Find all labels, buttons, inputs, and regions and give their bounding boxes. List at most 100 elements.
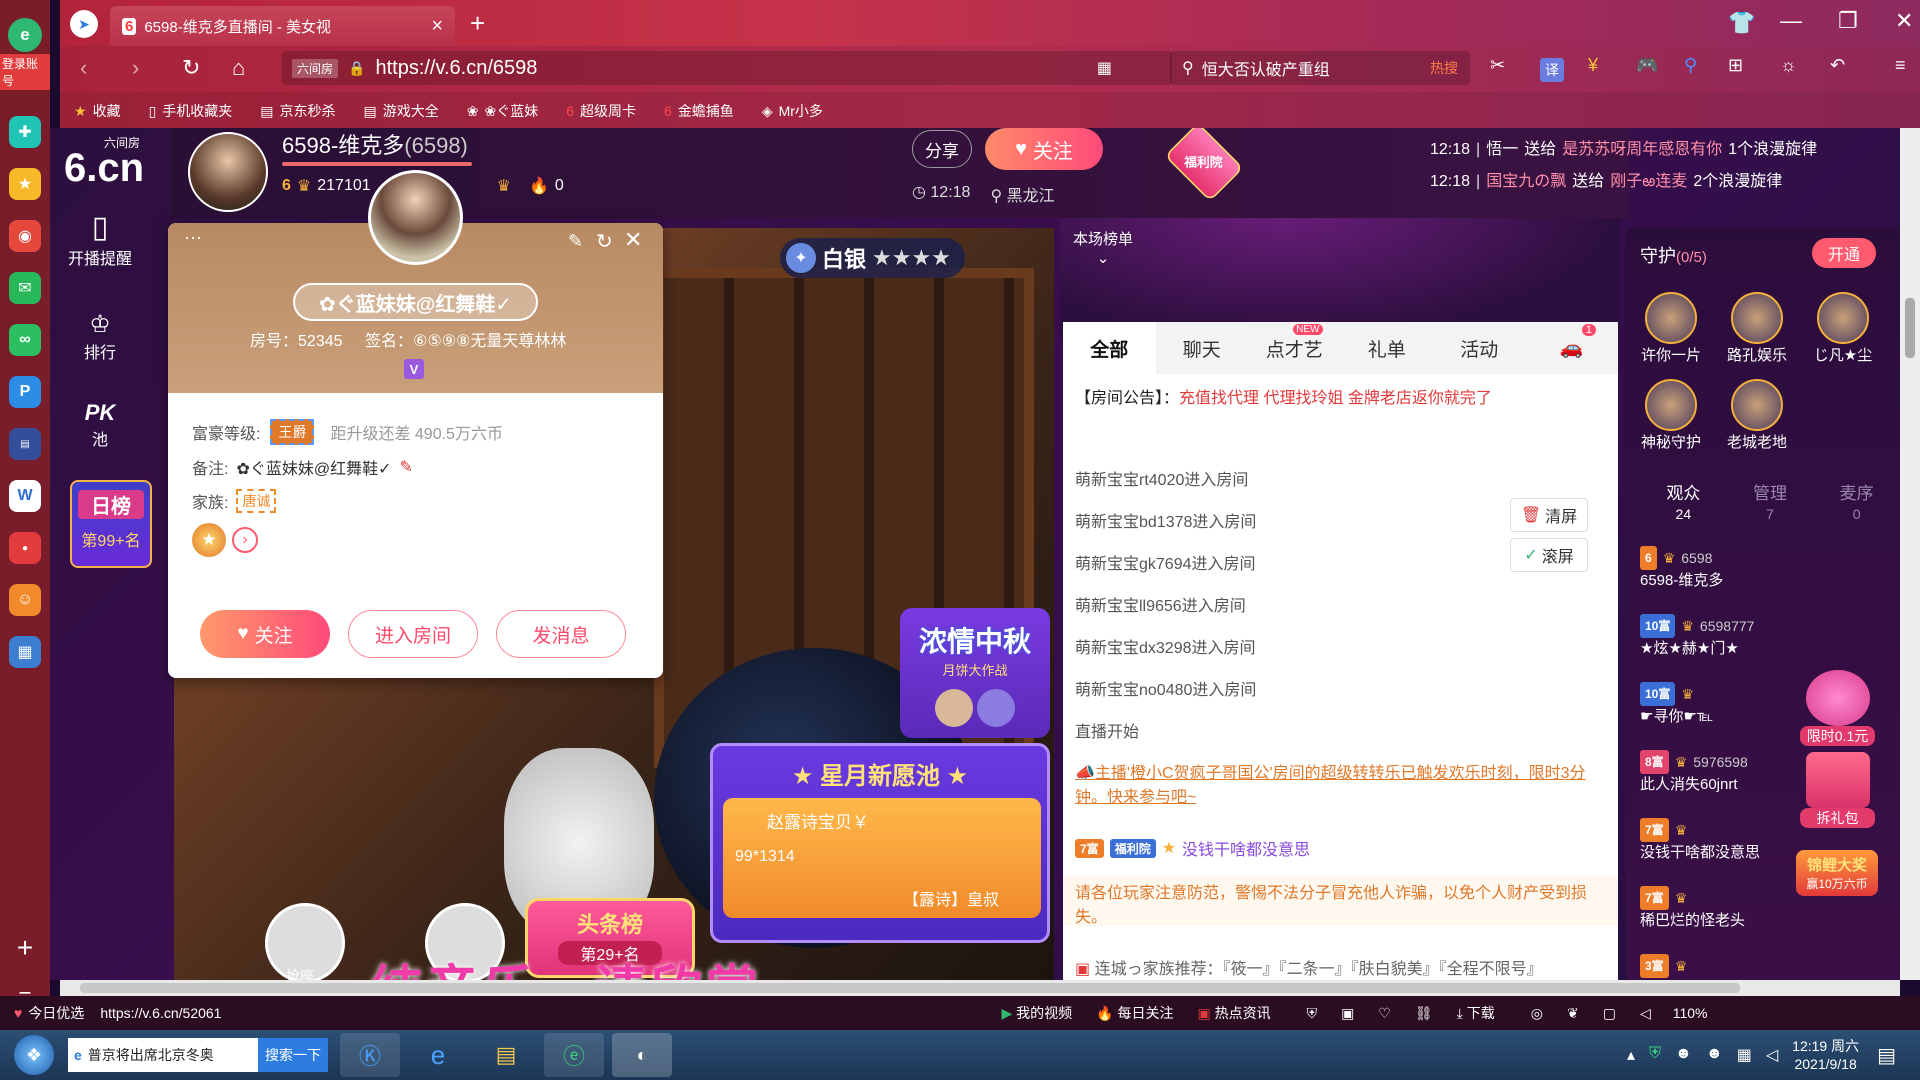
p-app-icon[interactable]: P [9, 376, 41, 408]
nav-live-reminder[interactable]: ▯ 开播提醒 [50, 210, 150, 269]
audience-item[interactable]: 10富 ♛ 6598777 ★炫★赫★门★ [1640, 614, 1840, 660]
tab-chat[interactable]: 聊天 [1156, 322, 1249, 374]
tab-all[interactable]: 全部 [1063, 322, 1156, 374]
speaker-icon[interactable]: ◁ [1640, 1005, 1651, 1022]
download-item[interactable]: ⤓ 下载 [1457, 1003, 1495, 1023]
anchor-avatar[interactable] [188, 132, 268, 212]
window-icon[interactable]: ▢ [1603, 1005, 1616, 1022]
news-app-icon[interactable]: ▤ [9, 428, 41, 460]
audience-tab[interactable]: 观众 24 [1640, 484, 1727, 524]
status-left-label[interactable]: 今日优选 [28, 1003, 84, 1023]
audience-item[interactable]: 6 ♛ 6598 6598-维克多 [1640, 546, 1840, 592]
mail-icon[interactable]: ✉ [9, 272, 41, 304]
tray-qq-icon-2[interactable]: ☻ [1706, 1045, 1723, 1065]
tray-network-icon[interactable]: ▦ [1737, 1045, 1752, 1065]
search-box[interactable]: ⚲ 恒大否认破产重组 热搜 [1170, 51, 1470, 85]
seat-label[interactable]: 抢座 [286, 966, 314, 980]
forward-icon[interactable]: › [132, 55, 139, 81]
taskbar-search[interactable]: e 普京将出席北京冬奥 [68, 1038, 258, 1072]
browser-logo-icon[interactable]: e [8, 18, 42, 52]
link-app-icon[interactable]: ∞ [9, 324, 41, 356]
red-app-icon[interactable]: ● [9, 532, 41, 564]
daily-follow-item[interactable]: 🔥 每日关注 [1096, 1003, 1173, 1023]
browser-tab[interactable]: 6 6598-维克多直播间 - 美女视 × [110, 6, 455, 46]
tab-activity[interactable]: 活动 [1433, 322, 1526, 374]
menu-more-icon[interactable]: ≡ [1895, 55, 1906, 76]
guard-member[interactable]: 许你一片 [1640, 292, 1702, 365]
scroll-screen-button[interactable]: ✓ 滚屏 [1510, 538, 1588, 572]
reload-icon[interactable]: ↻ [182, 55, 200, 81]
coin-icon[interactable]: ¥ [1588, 55, 1598, 76]
system-message[interactable]: 📣主播'橙小C贺疯子哥国公'房间的超级转转乐已触发欢乐时刻，限时3分钟。快来参与… [1075, 762, 1595, 810]
promo-gift-pack[interactable]: 拆礼包 [1800, 752, 1875, 828]
zoom-level[interactable]: 110% [1673, 1005, 1708, 1021]
favorite-item[interactable]: ❀ ❀ぐ蓝妹 [467, 101, 538, 121]
follow-anchor-button[interactable]: ♥ 关注 [985, 128, 1103, 170]
site-logo[interactable]: 六间房 6.cn [64, 134, 144, 188]
favorite-item[interactable]: 6 超级周卡 [566, 101, 636, 121]
send-message-button[interactable]: 发消息 [496, 610, 626, 658]
tray-shield-icon[interactable]: ⛨ [1649, 1045, 1661, 1065]
promo-limited[interactable]: 限时0.1元 [1800, 670, 1875, 746]
weibo-icon[interactable]: ◉ [9, 220, 41, 252]
ie-icon[interactable]: e [408, 1033, 468, 1077]
audience-tab[interactable]: 麦序 0 [1813, 484, 1900, 524]
hot-news-item[interactable]: ▣ 热点资讯 [1197, 1003, 1270, 1023]
tray-volume-icon[interactable]: ◁ [1766, 1045, 1778, 1065]
image-icon[interactable]: ▣ [1341, 1005, 1354, 1022]
back-icon[interactable]: ‹ [80, 55, 87, 81]
card-avatar[interactable] [368, 170, 463, 265]
clock[interactable]: 12:19 周六 2021/9/18 [1792, 1037, 1859, 1073]
open-guard-button[interactable]: 开通 [1812, 238, 1876, 268]
heart-outline-icon[interactable]: ♡ [1378, 1005, 1391, 1022]
undo-icon[interactable]: ↶ [1830, 55, 1845, 76]
guard-member[interactable]: 神秘守护 [1640, 379, 1702, 452]
login-label[interactable]: 登录账号 [0, 54, 50, 90]
scroll-thumb[interactable] [1905, 298, 1915, 358]
refresh-icon[interactable]: ↻ [596, 229, 613, 254]
wish-pool[interactable]: ★ 星月新愿池 ★ 赵露诗宝贝￥ 99*1314 【露诗】皇叔 [710, 743, 1050, 943]
close-window-icon[interactable]: ✕ [1895, 8, 1913, 34]
navigation-icon[interactable]: ➤ [70, 10, 98, 38]
tab-close-icon[interactable]: × [431, 15, 443, 38]
browser-taskbar-icon[interactable]: ⓔ [544, 1033, 604, 1077]
restore-icon[interactable]: ❐ [1838, 8, 1858, 34]
find-icon[interactable]: ⚲ [1684, 55, 1697, 76]
favorite-item[interactable]: ◈ Mr小多 [762, 101, 823, 121]
leaf-icon[interactable]: ❦ [1567, 1005, 1579, 1022]
my-video-item[interactable]: ▶ 我的视频 [1001, 1003, 1072, 1023]
star-app-icon[interactable]: ★ [9, 168, 41, 200]
guard-member[interactable]: 路孔娱乐 [1726, 292, 1788, 365]
k-app-icon[interactable]: Ⓚ [340, 1033, 400, 1077]
favorite-item[interactable]: ▤ 游戏大全 [364, 101, 439, 121]
new-tab-icon[interactable]: + [470, 8, 485, 39]
enter-room-button[interactable]: 进入房间 [348, 610, 478, 658]
autumn-event[interactable]: 浓情中秋 月饼大作战 [900, 608, 1050, 738]
link-icon[interactable]: ⛓ [1415, 1005, 1433, 1022]
nav-pk-pool[interactable]: PK 池 [50, 400, 150, 450]
tray-qq-icon[interactable]: ☻ [1675, 1045, 1692, 1065]
guard-member[interactable]: じ凡★尘 [1812, 292, 1874, 365]
minimize-icon[interactable]: — [1780, 8, 1802, 34]
magic-icon[interactable]: ✎ [568, 231, 583, 252]
gamepad-icon[interactable]: 🎮 [1636, 55, 1658, 76]
tab-talent[interactable]: 点才艺 NEW [1248, 322, 1341, 374]
plus-app-icon[interactable]: ✚ [9, 116, 41, 148]
add-icon[interactable]: + [17, 932, 33, 964]
favorite-item[interactable]: ▯ 手机收藏夹 [149, 101, 233, 121]
share-button[interactable]: 分享 [912, 130, 972, 168]
skin-icon[interactable]: 👕 [1728, 10, 1755, 36]
scissors-icon[interactable]: ✂ [1490, 55, 1505, 76]
scroll-thumb-h[interactable] [80, 983, 1740, 993]
store-app-icon[interactable]: ▦ [9, 636, 41, 668]
start-button[interactable]: ❖ [14, 1035, 54, 1075]
horizontal-scrollbar[interactable] [60, 980, 1900, 996]
headset-icon[interactable]: ◎ [1531, 1005, 1543, 1022]
word-app-icon[interactable]: W [9, 480, 41, 512]
more-icon[interactable]: ··· [184, 227, 202, 248]
shield-icon[interactable]: ⛨ [1307, 1005, 1318, 1022]
board-button[interactable]: 本场榜单 ⌄ [1068, 228, 1138, 267]
medal-badge-icon[interactable]: ★ [192, 523, 226, 557]
translate-button[interactable]: 译 [1540, 58, 1564, 82]
url-field[interactable]: 六间房 🔒 https://v.6.cn/6598 ▦ [282, 51, 1172, 85]
